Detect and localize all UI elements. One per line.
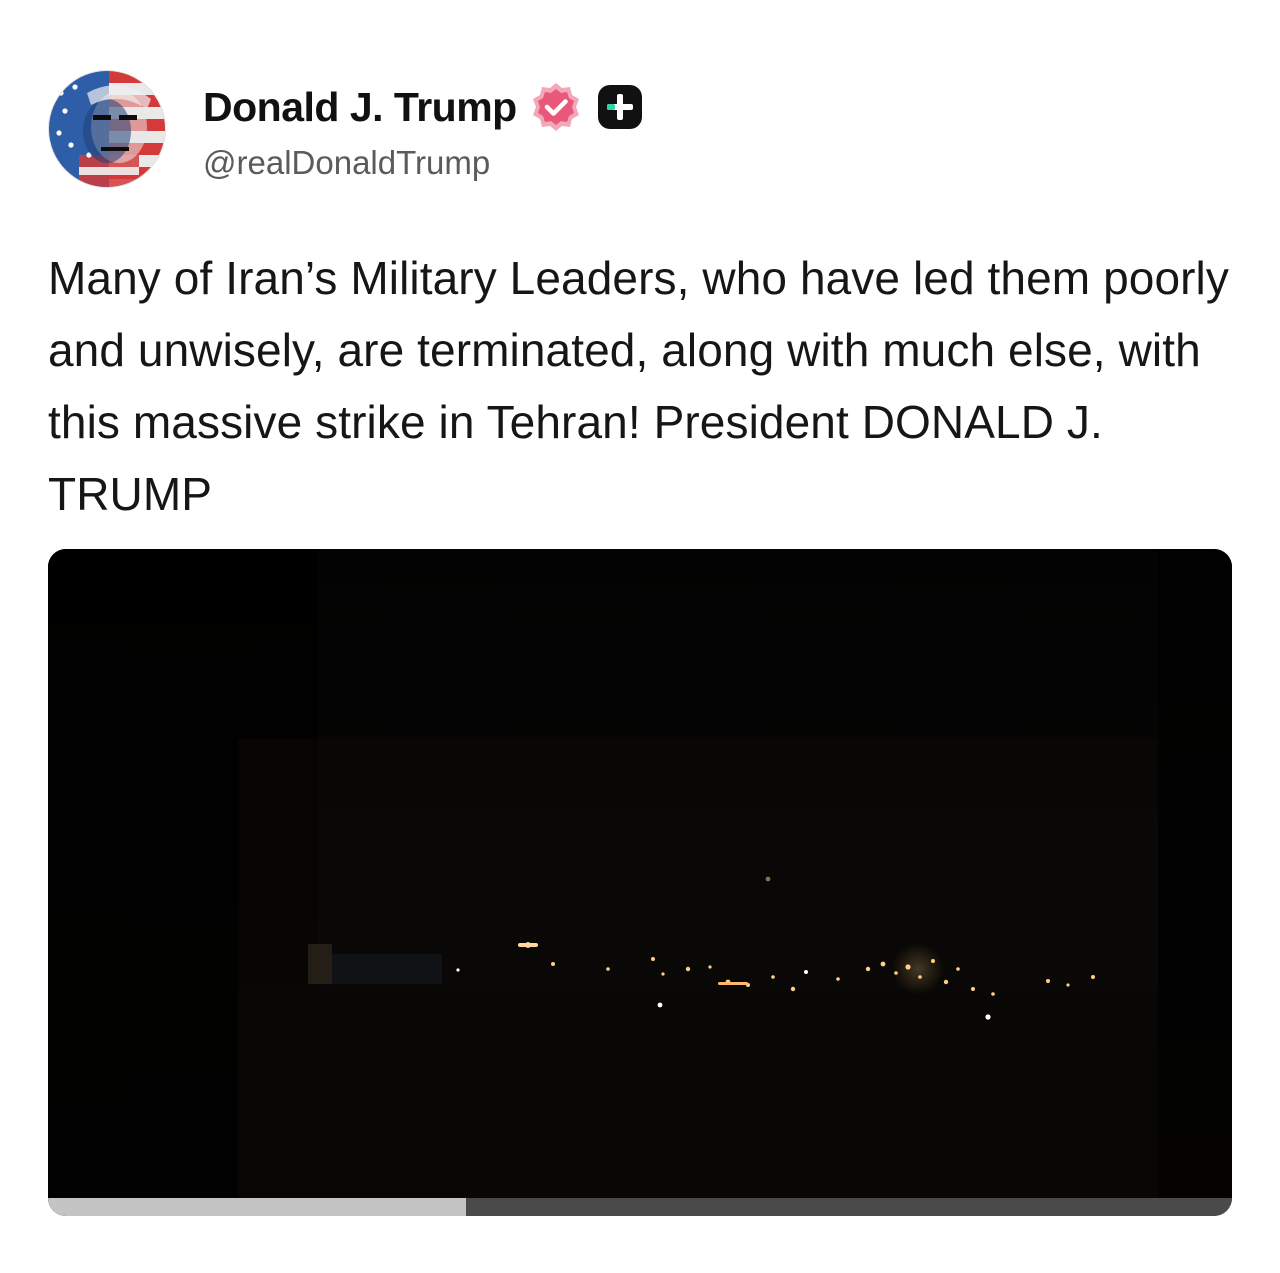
name-row: Donald J. Trump	[203, 80, 645, 134]
verified-badge-icon	[529, 80, 583, 134]
author-handle[interactable]: @realDonaldTrump	[203, 144, 645, 182]
social-post: Donald J. Trump @realDonaldTrump Many of…	[0, 0, 1280, 1273]
video-progress-bar[interactable]	[48, 1198, 1232, 1216]
video-frame[interactable]	[48, 549, 1232, 1198]
video-player[interactable]	[48, 549, 1232, 1216]
author-names: Donald J. Trump @realDonaldTrump	[203, 80, 645, 182]
post-text: Many of Iran’s Military Leaders, who hav…	[48, 252, 1229, 520]
avatar-image	[49, 71, 165, 187]
plus-badge-icon	[595, 82, 645, 132]
author-display-name[interactable]: Donald J. Trump	[203, 84, 517, 131]
post-header: Donald J. Trump @realDonaldTrump	[48, 70, 1228, 190]
avatar[interactable]	[48, 70, 166, 188]
video-progress-played	[48, 1198, 466, 1216]
